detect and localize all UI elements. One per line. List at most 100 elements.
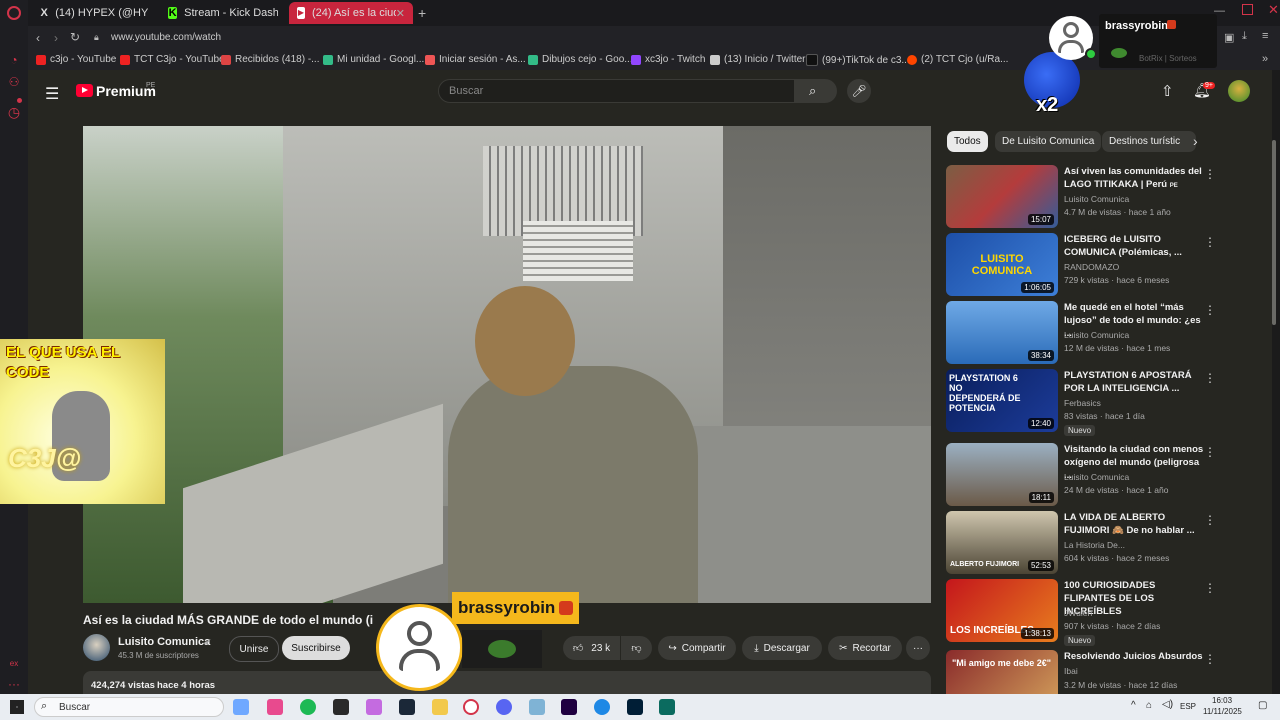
bookmark-reddit[interactable]: (2) TCT Cjo (u/Ra... <box>907 54 1008 65</box>
related-video[interactable]: PLAYSTATION 6 NO DEPENDERÁ DE POTENCIA 1… <box>946 369 1266 436</box>
related-video[interactable]: LOS INCREÍBLES 1:38:13 100 CURIOSIDADES … <box>946 579 1266 646</box>
extension-icon[interactable]: ex <box>6 656 22 672</box>
more-options-icon[interactable]: ⋮ <box>1204 652 1216 666</box>
more-options-icon[interactable]: ⋮ <box>1204 581 1216 595</box>
maximize-icon[interactable] <box>1242 4 1253 15</box>
reload-icon[interactable]: ↻ <box>70 30 80 44</box>
bookmark-twitch[interactable]: xc3jo - Twitch <box>631 54 705 65</box>
more-icon[interactable]: ··· <box>6 676 22 692</box>
notifications-icon[interactable]: ▢ <box>1258 700 1267 711</box>
search-button[interactable]: ⌕ <box>795 79 837 103</box>
forward-icon[interactable]: › <box>54 31 58 45</box>
windows-start-icon[interactable] <box>10 700 24 714</box>
app-icon[interactable] <box>659 699 675 715</box>
tab-hypex[interactable]: X (14) HYPEX (@HYPEX) / X <box>32 2 156 24</box>
bookmark-login[interactable]: Iniciar sesión - As... <box>425 54 526 65</box>
more-options-icon[interactable]: ⋮ <box>1204 235 1216 249</box>
video-title: ICEBERG de LUISITO COMUNICA (Polémicas, … <box>1064 234 1182 258</box>
tab-kick[interactable]: K Stream - Kick Dashboard <box>160 2 286 24</box>
network-icon[interactable]: ⌂ <box>1146 700 1152 711</box>
related-video[interactable]: "Mi amigo me debe 2€" Resolviendo Juicio… <box>946 650 1266 694</box>
app-icon[interactable] <box>529 699 545 715</box>
menu-icon[interactable]: ≡ <box>1262 30 1268 42</box>
code-overlay: EL QUE USA EL CODE C3J@ <box>0 339 165 504</box>
bookmark-tct[interactable]: TCT C3jo - YouTube <box>120 54 225 65</box>
video-player[interactable] <box>83 126 931 603</box>
photoshop-icon[interactable] <box>627 699 643 715</box>
notification-count-badge: 9+ <box>1203 82 1215 89</box>
bookmark-c3jo[interactable]: c3jo - YouTube <box>36 54 116 65</box>
tray-chevron-icon[interactable]: ^ <box>1131 700 1136 711</box>
channel-avatar[interactable] <box>83 634 110 661</box>
chips-next-icon[interactable]: › <box>1193 133 1198 149</box>
more-options-icon[interactable]: ⋮ <box>1204 371 1216 385</box>
drive-icon <box>528 54 538 65</box>
clock-date[interactable]: 11/11/2025 <box>1203 707 1242 716</box>
url-field[interactable]: www.youtube.com/watch <box>111 32 221 43</box>
chip-destinations[interactable]: Destinos turístic <box>1102 131 1196 152</box>
more-options-icon[interactable]: ⋮ <box>1204 513 1216 527</box>
youtube-logo-icon[interactable] <box>76 84 93 97</box>
discord-icon[interactable] <box>496 699 512 715</box>
messenger-icon[interactable]: ◔ <box>6 52 22 68</box>
new-badge: Nuevo <box>1064 425 1096 436</box>
user-avatar[interactable] <box>1228 80 1250 102</box>
cube-icon[interactable]: ▣ <box>1224 31 1234 44</box>
more-actions-icon[interactable]: ··· <box>906 636 930 660</box>
contacts-icon[interactable]: ⚇ <box>6 74 22 90</box>
photos-icon[interactable] <box>267 699 283 715</box>
voice-search-icon[interactable]: 🎤︎ <box>847 79 871 103</box>
related-video[interactable]: 15:07 Así viven las comunidades del LAGO… <box>946 165 1266 229</box>
channel-name[interactable]: Luisito Comunica <box>118 636 210 648</box>
bookmark-tiktok[interactable]: (99+)TikTok de c3... <box>806 54 910 66</box>
back-icon[interactable]: ‹ <box>36 31 40 45</box>
related-video[interactable]: 18:11 Visitando la ciudad con menos oxíg… <box>946 443 1266 507</box>
premiere-icon[interactable] <box>561 699 577 715</box>
copilot-icon[interactable] <box>233 699 249 715</box>
hamburger-menu-icon[interactable]: ☰ <box>45 84 59 104</box>
bookmark-gmail[interactable]: Recibidos (418) -... <box>221 54 319 65</box>
language-indicator[interactable]: ESP <box>1180 702 1196 711</box>
description-box[interactable]: 424,274 vistas hace 4 horas <box>83 671 931 694</box>
more-options-icon[interactable]: ⋮ <box>1204 445 1216 459</box>
chip-all[interactable]: Todos <box>947 131 988 152</box>
spotify-icon[interactable] <box>300 699 316 715</box>
upload-icon[interactable]: ⇧ <box>1161 82 1174 100</box>
clock-time[interactable]: 16:03 <box>1212 696 1232 705</box>
subscribe-button[interactable]: Suscribirse <box>282 636 350 660</box>
dislike-button[interactable]: 👎︎ <box>621 636 652 660</box>
bookmark-dibujos[interactable]: Dibujos cejo - Goo... <box>528 54 633 65</box>
opera-logo-icon[interactable] <box>7 6 21 20</box>
steam-icon[interactable] <box>399 699 415 715</box>
join-button[interactable]: Unirse <box>229 636 279 662</box>
download-button[interactable]: ⤓ Descargar <box>742 636 822 660</box>
close-tab-icon[interactable]: ✕ <box>396 7 405 20</box>
share-button[interactable]: ↪ Compartir <box>658 636 736 660</box>
epic-games-icon[interactable] <box>333 699 349 715</box>
related-video[interactable]: ALBERTO FUJIMORI 52:53 LA VIDA DE ALBERT… <box>946 511 1266 575</box>
taskbar-search[interactable]: ⌕ Buscar <box>34 697 224 717</box>
bookmark-twitter[interactable]: (13) Inicio / Twitter <box>710 54 806 65</box>
related-video[interactable]: LUISITO COMUNICA 1:06:05 ICEBERG de LUIS… <box>946 233 1266 297</box>
edge-icon[interactable] <box>594 699 610 715</box>
scrollbar-thumb[interactable] <box>1272 140 1276 325</box>
tab-youtube-active[interactable]: ▶ (24) Así es la ciudad MÁS ✕ <box>289 2 413 24</box>
view-count: 424,274 vistas <box>91 680 155 691</box>
chip-channel[interactable]: De Luisito Comunica <box>995 131 1102 152</box>
opera-icon[interactable] <box>463 699 479 715</box>
history-icon[interactable]: ◷ <box>6 104 22 120</box>
search-input[interactable]: Buscar <box>438 79 795 103</box>
related-video[interactable]: 38:34 Me quedé en el hotel “más lujoso” … <box>946 301 1266 365</box>
file-explorer-icon[interactable] <box>432 699 448 715</box>
volume-icon[interactable]: ◁) <box>1162 699 1173 710</box>
download-icon[interactable]: ⤓ <box>1242 30 1247 43</box>
more-options-icon[interactable]: ⋮ <box>1204 303 1216 317</box>
more-options-icon[interactable]: ⋮ <box>1204 167 1216 181</box>
bookmarks-overflow-icon[interactable]: » <box>1262 53 1268 65</box>
like-button[interactable]: 👍︎ 23 k <box>563 636 620 660</box>
window-close-icon[interactable]: ✕ <box>1268 2 1279 18</box>
app-icon[interactable] <box>366 699 382 715</box>
bookmark-drive[interactable]: Mi unidad - Googl... <box>323 54 424 65</box>
new-tab-icon[interactable]: + <box>418 5 426 21</box>
clip-button[interactable]: ✂ Recortar <box>828 636 902 660</box>
